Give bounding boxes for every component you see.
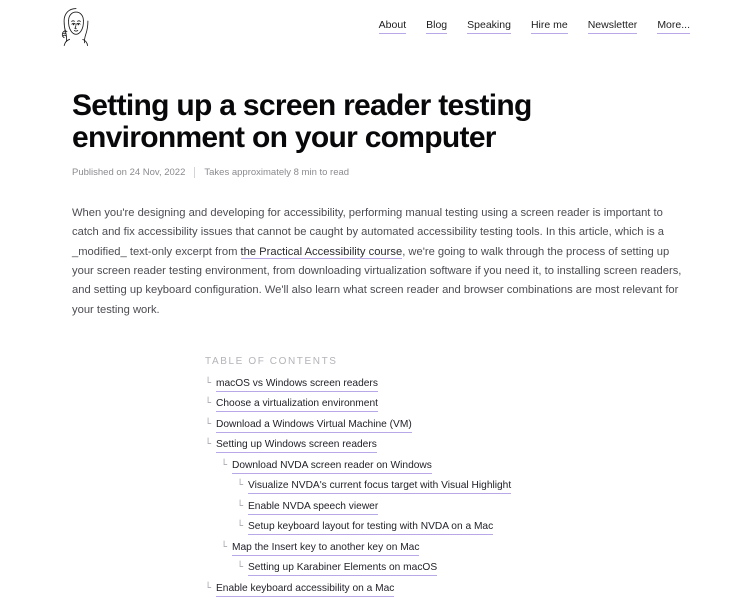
toc-list-item: └ Map the Insert key to another key on M…: [205, 541, 688, 556]
toc-link[interactable]: Setting up Karabiner Elements on macOS: [248, 561, 438, 577]
toc-list: └ macOS vs Windows screen readers └ Choo…: [205, 377, 688, 597]
tree-elbow-icon: └: [221, 459, 228, 471]
table-of-contents: Table of contents └ macOS vs Windows scr…: [72, 356, 688, 597]
post-meta: Published on 24 Nov, 2022 Takes approxim…: [72, 167, 688, 179]
toc-link[interactable]: Download NVDA screen reader on Windows: [232, 459, 432, 474]
toc-list-item: └ Download NVDA screen reader on Windows: [205, 459, 688, 474]
meta-divider: [194, 167, 196, 179]
tree-elbow-icon: └: [205, 418, 212, 430]
tree-elbow-icon: └: [237, 562, 244, 574]
toc-list-item: └ Setup keyboard layout for testing with…: [205, 520, 688, 536]
site-logo-link[interactable]: [56, 6, 96, 48]
toc-link[interactable]: macOS vs Windows screen readers: [216, 377, 378, 392]
nav-link-more[interactable]: More...: [657, 20, 690, 34]
tree-elbow-icon: └: [205, 398, 212, 410]
nav-link-newsletter[interactable]: Newsletter: [587, 20, 638, 34]
toc-list-item: └ Enable NVDA speech viewer: [205, 500, 688, 515]
tree-elbow-icon: └: [237, 480, 244, 492]
tree-elbow-icon: └: [221, 541, 228, 553]
toc-list-item: └ Download a Windows Virtual Machine (VM…: [205, 418, 688, 433]
tree-elbow-icon: └: [205, 439, 212, 451]
nav-link-hire-me[interactable]: Hire me: [530, 20, 568, 34]
site-header: About Blog Speaking Hire me Newsletter M…: [0, 0, 750, 54]
intro-paragraph: When you're designing and developing for…: [72, 204, 688, 320]
toc-list-item: └ Setting up Windows screen readers: [205, 438, 688, 454]
toc-link[interactable]: Setup keyboard layout for testing with N…: [248, 520, 494, 536]
nav-link-blog[interactable]: Blog: [426, 20, 448, 34]
toc-link[interactable]: Choose a virtualization environment: [216, 397, 378, 413]
toc-list-item: └ macOS vs Windows screen readers: [205, 377, 688, 392]
main-navigation: About Blog Speaking Hire me Newsletter M…: [378, 20, 690, 34]
toc-list-item: └ Choose a virtualization environment: [205, 397, 688, 413]
practical-accessibility-course-link[interactable]: the Practical Accessibility course: [240, 245, 403, 259]
page-title: Setting up a screen reader testing envir…: [72, 89, 532, 155]
toc-heading: Table of contents: [205, 355, 338, 367]
toc-list-item: └ Enable keyboard accessibility on a Mac: [205, 582, 688, 597]
toc-link[interactable]: Setting up Windows screen readers: [216, 438, 377, 454]
toc-list-item: └ Setting up Karabiner Elements on macOS: [205, 561, 688, 577]
toc-link[interactable]: Download a Windows Virtual Machine (VM): [216, 418, 412, 433]
tree-elbow-icon: └: [205, 582, 212, 594]
published-date: Published on 24 Nov, 2022: [72, 167, 186, 179]
toc-link[interactable]: Visualize NVDA's current focus target wi…: [248, 479, 512, 495]
article-main: Setting up a screen reader testing envir…: [0, 89, 750, 597]
toc-list-item: └ Visualize NVDA's current focus target …: [205, 479, 688, 495]
author-portrait-avatar-icon: [56, 6, 96, 48]
nav-link-speaking[interactable]: Speaking: [467, 20, 511, 34]
tree-elbow-icon: └: [205, 377, 212, 389]
tree-elbow-icon: └: [237, 521, 244, 533]
toc-link[interactable]: Enable NVDA speech viewer: [248, 500, 379, 515]
nav-link-about[interactable]: About: [378, 20, 407, 34]
tree-elbow-icon: └: [237, 500, 244, 512]
toc-link[interactable]: Map the Insert key to another key on Mac: [232, 541, 420, 556]
read-time: Takes approximately 8 min to read: [204, 167, 350, 179]
toc-link[interactable]: Enable keyboard accessibility on a Mac: [216, 582, 395, 597]
